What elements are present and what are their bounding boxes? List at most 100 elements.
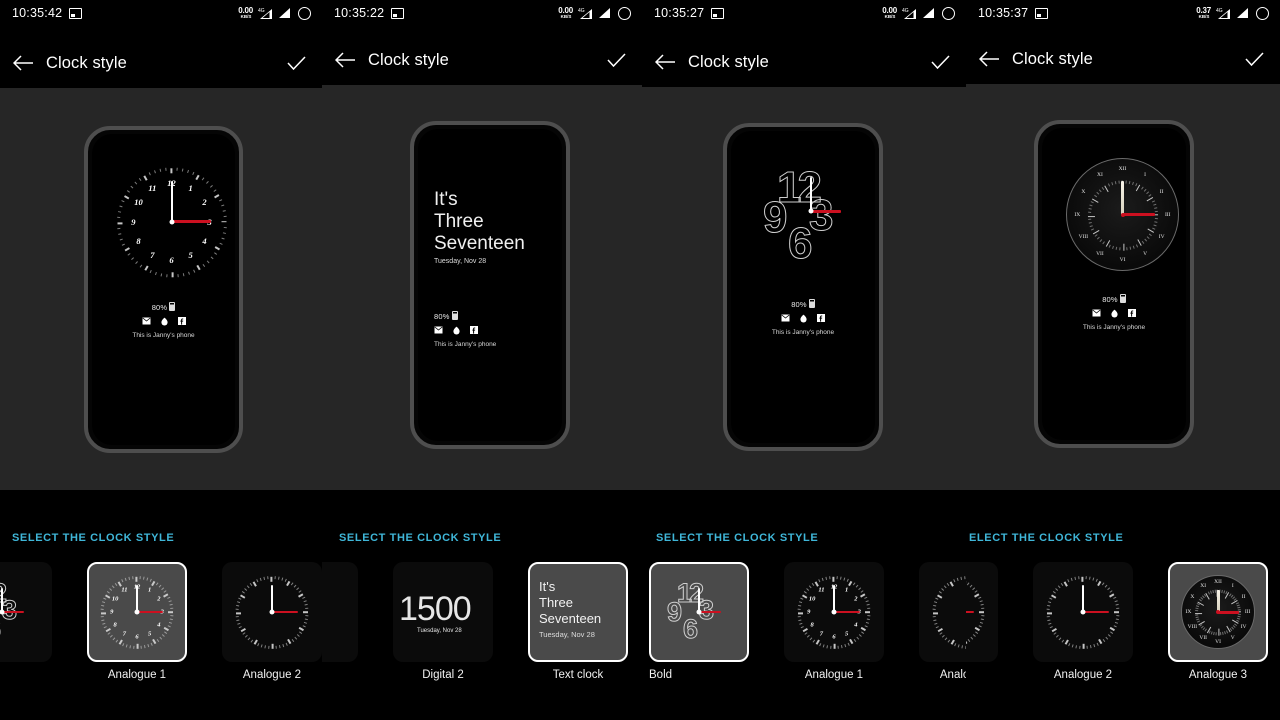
facebook-icon [1128,309,1136,317]
thumbnail-item [966,562,998,669]
clock-thumb-analogue3[interactable]: XII I II III IV V VI VII VIII IX X XI [1168,562,1268,662]
clock-style-chooser: SELECT THE CLOCK STYLE 00ov 28 1500Tuesd… [322,490,642,720]
clock-thumb-analogue1[interactable]: 121234567891011 [784,562,884,662]
clock-numeral: 10 [808,595,816,603]
checkmark-icon[interactable] [287,55,306,71]
thumb-label: Text clock [552,669,604,681]
app-bar: Clock style [642,37,966,87]
battery-status: 80% [92,302,235,312]
clock-numeral: 10 [134,197,143,208]
clock-numeral: 2 [854,595,858,603]
thumb-label: Analogue 1 [804,669,864,681]
roman-numeral: X [1081,188,1086,195]
clock-thumb-analogue1[interactable]: 121234567891011 [87,562,187,662]
notification-icon-row [434,326,562,335]
roman-numeral: IX [1074,211,1081,218]
chooser-heading: SELECT THE CLOCK STYLE [656,532,819,544]
notification-icon-row [731,314,875,323]
back-arrow-icon[interactable] [966,51,1012,67]
status-time: 10:35:37 [978,6,1029,20]
svg-text:4G: 4G [578,8,585,14]
clock-numeral: 9 [131,216,136,227]
checkmark-icon[interactable] [931,54,950,70]
clock-thumb-analogue2[interactable] [222,562,322,662]
thumb-digital-digits: 1500 [399,590,472,628]
preview-stage: 12 9 3 6 80% This is Janny's phone [642,87,966,490]
bell-icon [1111,309,1118,318]
signal-icon-2 [922,7,937,19]
clock-hub [808,208,814,214]
bold-clock-hands [761,161,861,261]
battery-icon [808,299,815,308]
clock-numeral: 6 [135,633,139,641]
clock-thumb-bold[interactable]: 12936 [0,562,52,662]
checkmark-icon[interactable] [1245,51,1264,67]
network-speed-indicator: 0.37 KB/S [1196,5,1211,20]
clock-thumb-analogue2[interactable] [1033,562,1133,662]
minute-hand [698,588,700,612]
minute-hand [271,585,273,612]
thumb-clock-face: XII I II III IV V VI VII VIII IX X XI [1181,575,1255,649]
clock-hub [696,609,702,615]
screenshot-icon [391,7,405,19]
roman-numeral: IV [1158,234,1165,241]
clock-thumb-textclock[interactable]: It's Three Seventeen Tuesday, Nov 28 [528,562,628,662]
clock-thumb-digital2[interactable]: 1500 Tuesday, Nov 28 [393,562,493,662]
network-speed-indicator: 0.00 KB/S [558,5,573,20]
battery-circle-icon [1256,6,1269,20]
thumbnail-item: 12936 Bold [649,562,749,681]
clock-hub [0,609,5,615]
status-bar: 10:35:27 0.00 KB/S 4G [642,0,966,26]
facebook-icon [470,326,478,334]
roman-numeral: I [1144,172,1147,179]
thumb-clock-hands [666,579,732,645]
back-arrow-icon[interactable] [322,52,368,68]
roman-numeral: V [1143,250,1148,257]
mail-icon [142,317,150,325]
analogue-clock-face: 121234567891011 [117,167,226,277]
signal-icon-2 [598,7,613,19]
thumbnail-item: Analogue 2 [919,562,966,681]
thumbnail-item: 1500 Tuesday, Nov 28 Digital 2 [393,562,493,681]
battery-circle-icon [942,6,955,20]
thumbnail-row: Analogue 2 XII I II III IV V VI VII VIII IX X XI Ana… [966,562,1280,681]
owner-text: This is Janny's phone [434,341,497,348]
back-arrow-icon[interactable] [642,54,688,70]
thumb-text-clock-line: Three [539,595,573,610]
clock-numeral: 11 [121,586,128,594]
clock-numeral: 8 [113,621,117,629]
clock-hub [134,609,140,615]
second-hand [272,610,298,614]
clock-numeral: 8 [136,235,141,246]
checkmark-icon[interactable] [607,52,626,68]
clock-thumb-analogue2-partial[interactable] [966,562,998,662]
battery-icon [451,311,458,320]
facebook-icon [817,314,825,322]
lock-info-block: 80% This is Janny's phone [731,299,875,336]
page-title: Clock style [1012,49,1093,68]
signal-icon-2 [278,7,293,19]
clock-thumb-bold[interactable]: 12936 [649,562,749,662]
network-speed-indicator: 0.00 KB/S [882,5,897,20]
second-hand [137,610,163,614]
panel-1: 10:35:42 0.00 KB/S 4G Clock style 1 2 4 … [0,0,322,720]
roman-numeral: II [1159,188,1164,195]
clock-numeral: 9 [807,608,811,616]
roman-numeral: VI [1215,638,1221,645]
text-clock-line2: Three [434,211,484,232]
app-bar: Clock style [966,34,1280,84]
roman-numeral: XII [1118,166,1127,173]
roman-numeral: X [1190,594,1195,601]
clock-hub [1080,609,1086,615]
clock-thumb-analogue2[interactable] [919,562,966,662]
clock-thumb-digital1[interactable]: 00ov 28 [322,562,358,662]
thumb-text-clock-line: Seventeen [539,611,602,626]
minute-hand [810,177,812,211]
notification-icon-row [1042,309,1186,318]
thumb-text-clock-line: It's [539,579,556,594]
clock-hub [269,609,275,615]
roman-numeral: VIII [1078,234,1089,241]
back-arrow-icon[interactable] [0,55,46,71]
svg-text:4G: 4G [1216,8,1223,14]
clock-numeral: 6 [832,633,836,641]
